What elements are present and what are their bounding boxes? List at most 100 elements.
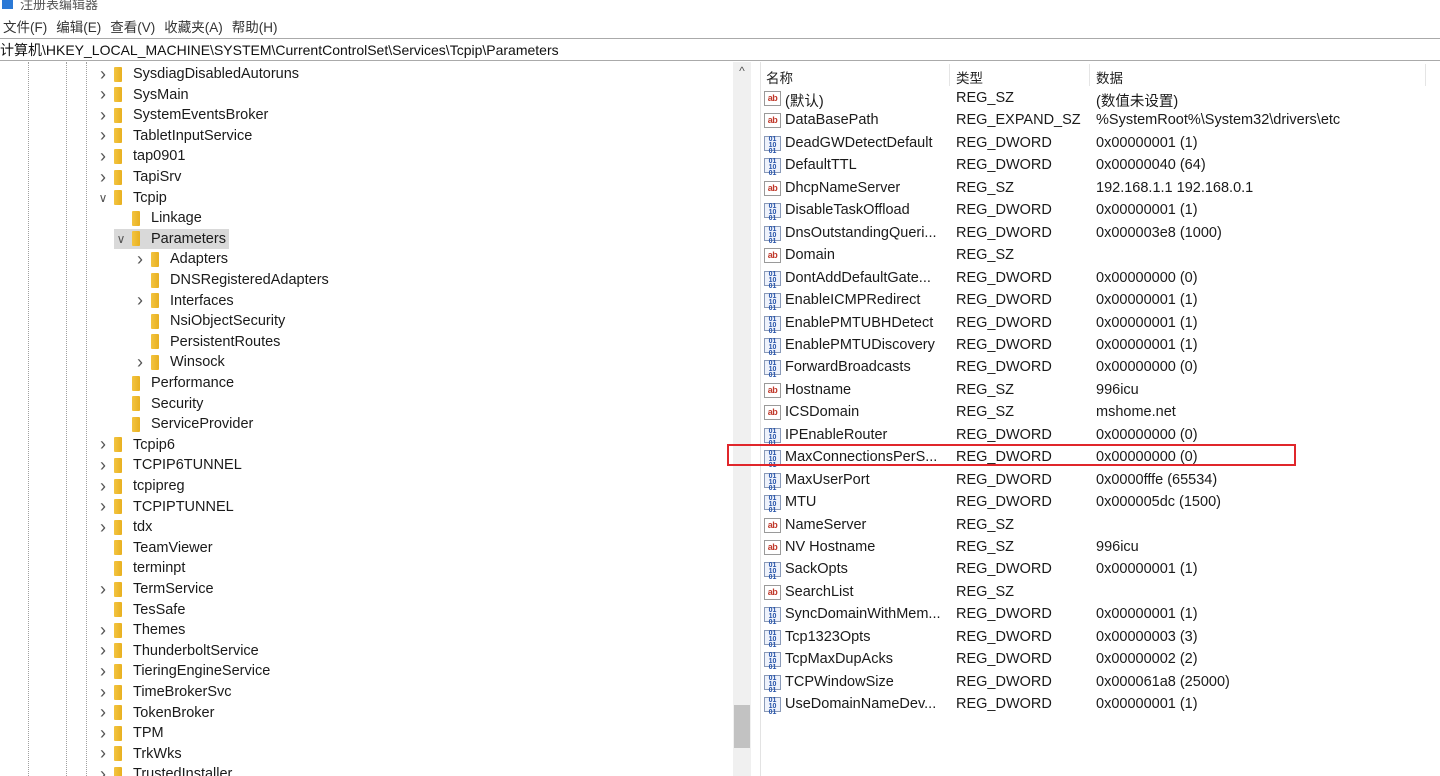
chevron-right-icon[interactable]: ›: [96, 640, 110, 661]
menu-file[interactable]: 文件(F): [0, 16, 53, 36]
tree-node[interactable]: › TermService: [96, 579, 214, 599]
tree-node[interactable]: › SysMain: [96, 84, 189, 105]
pane-splitter[interactable]: [751, 62, 761, 776]
value-row[interactable]: 01 10 01 TcpMaxDupAcks REG_DWORD 0x00000002 (…: [761, 649, 1440, 671]
chevron-right-icon[interactable]: ›: [96, 496, 110, 517]
tree-node[interactable]: › Winsock: [133, 352, 225, 372]
value-row[interactable]: 01 10 01 DisableTaskOffload REG_DWORD 0x00000…: [761, 200, 1440, 222]
tree-node[interactable]: › Themes: [96, 620, 185, 640]
value-row[interactable]: 01 10 01 DeadGWDetectDefault REG_DWORD 0x0000…: [761, 133, 1440, 155]
tree-node[interactable]: › TieringEngineService: [96, 661, 270, 681]
chevron-right-icon[interactable]: ›: [96, 682, 110, 703]
address-input[interactable]: [0, 39, 1440, 60]
tree-node[interactable]: › TrkWks: [96, 743, 182, 764]
chevron-right-icon[interactable]: ›: [96, 702, 110, 723]
value-row[interactable]: ab SearchList REG_SZ: [761, 582, 1440, 604]
chevron-right-icon[interactable]: ›: [96, 64, 110, 85]
value-row[interactable]: 01 10 01 DnsOutstandingQueri... REG_DWORD 0x0…: [761, 223, 1440, 245]
tree-node[interactable]: › TCPIP6TUNNEL: [96, 455, 242, 475]
chevron-right-icon[interactable]: ›: [96, 105, 110, 126]
tree-node[interactable]: Linkage: [114, 208, 202, 228]
tree-node[interactable]: › TabletInputService: [96, 125, 252, 146]
tree-node[interactable]: › Interfaces: [133, 290, 234, 311]
tree-node[interactable]: Security: [114, 394, 203, 414]
chevron-right-icon[interactable]: ›: [96, 125, 110, 146]
tree-node[interactable]: Performance: [114, 373, 234, 393]
scroll-up-arrow-icon[interactable]: ^: [733, 64, 751, 78]
value-row[interactable]: 01 10 01 IPEnableRouter REG_DWORD 0x00000000 …: [761, 425, 1440, 447]
chevron-right-icon[interactable]: ›: [96, 84, 110, 105]
value-row[interactable]: ab Hostname REG_SZ 996icu: [761, 380, 1440, 402]
value-row[interactable]: 01 10 01 MaxConnectionsPerS... REG_DWORD 0x00…: [761, 447, 1440, 469]
value-row[interactable]: ab DataBasePath REG_EXPAND_SZ %SystemRoot%\…: [761, 110, 1440, 132]
value-row[interactable]: 01 10 01 UseDomainNameDev... REG_DWORD 0x0000…: [761, 694, 1440, 716]
value-row[interactable]: 01 10 01 EnableICMPRedirect REG_DWORD 0x00000…: [761, 290, 1440, 312]
tree-node[interactable]: › TapiSrv: [96, 167, 181, 187]
column-divider[interactable]: [949, 64, 950, 86]
value-row[interactable]: 01 10 01 SackOpts REG_DWORD 0x00000001 (1): [761, 559, 1440, 581]
tree-node[interactable]: › tcpipreg: [96, 476, 185, 496]
menu-edit[interactable]: 编辑(E): [53, 16, 107, 36]
value-row[interactable]: 01 10 01 ForwardBroadcasts REG_DWORD 0x000000…: [761, 357, 1440, 379]
value-row[interactable]: ab (默认) REG_SZ (数值未设置): [761, 88, 1440, 110]
value-row[interactable]: 01 10 01 TCPWindowSize REG_DWORD 0x000061a8 (…: [761, 672, 1440, 694]
tree-node[interactable]: › SystemEventsBroker: [96, 105, 268, 125]
chevron-right-icon[interactable]: ›: [96, 661, 110, 682]
chevron-right-icon[interactable]: ›: [96, 167, 110, 188]
chevron-right-icon[interactable]: ›: [96, 517, 110, 538]
menu-favorites[interactable]: 收藏夹(A): [161, 16, 229, 36]
tree-node[interactable]: › TCPIPTUNNEL: [96, 496, 234, 517]
column-divider[interactable]: [1089, 64, 1090, 86]
chevron-right-icon[interactable]: ›: [133, 290, 147, 311]
menu-view[interactable]: 查看(V): [107, 16, 161, 36]
value-row[interactable]: ab Domain REG_SZ: [761, 245, 1440, 267]
tree-node[interactable]: ∨ Tcpip: [96, 188, 167, 208]
tree-node[interactable]: › SysdiagDisabledAutoruns: [96, 64, 299, 84]
value-row[interactable]: 01 10 01 DefaultTTL REG_DWORD 0x00000040 (64): [761, 155, 1440, 177]
tree-scrollbar[interactable]: ^: [733, 62, 751, 776]
scrollbar-thumb[interactable]: [734, 705, 750, 748]
tree-node[interactable]: › tdx: [96, 517, 152, 537]
menu-help[interactable]: 帮助(H): [229, 16, 284, 36]
chevron-right-icon[interactable]: ›: [96, 764, 110, 776]
value-row[interactable]: 01 10 01 DontAddDefaultGate... REG_DWORD 0x00…: [761, 268, 1440, 290]
tree-node[interactable]: › tap0901: [96, 146, 185, 166]
value-row[interactable]: 01 10 01 MaxUserPort REG_DWORD 0x0000fffe (65…: [761, 470, 1440, 492]
chevron-right-icon[interactable]: ›: [96, 476, 110, 497]
tree-node[interactable]: › TimeBrokerSvc: [96, 682, 232, 702]
chevron-right-icon[interactable]: ›: [96, 723, 110, 744]
tree-node[interactable]: › TPM: [96, 723, 164, 743]
chevron-right-icon[interactable]: ›: [96, 620, 110, 641]
chevron-right-icon[interactable]: ›: [96, 434, 110, 455]
tree-node[interactable]: terminpt: [96, 558, 185, 578]
chevron-down-icon[interactable]: ∨: [114, 232, 128, 246]
tree-node[interactable]: › TokenBroker: [96, 702, 214, 723]
value-row[interactable]: 01 10 01 SyncDomainWithMem... REG_DWORD 0x000…: [761, 604, 1440, 626]
value-row[interactable]: 01 10 01 EnablePMTUDiscovery REG_DWORD 0x0000…: [761, 335, 1440, 357]
chevron-right-icon[interactable]: ›: [96, 146, 110, 167]
value-row[interactable]: ab DhcpNameServer REG_SZ 192.168.1.1 192.16…: [761, 178, 1440, 200]
value-row[interactable]: 01 10 01 MTU REG_DWORD 0x000005dc (1500): [761, 492, 1440, 514]
chevron-right-icon[interactable]: ›: [133, 352, 147, 373]
chevron-right-icon[interactable]: ›: [133, 249, 147, 270]
chevron-right-icon[interactable]: ›: [96, 743, 110, 764]
value-row[interactable]: 01 10 01 EnablePMTUBHDetect REG_DWORD 0x00000…: [761, 313, 1440, 335]
tree-node[interactable]: PersistentRoutes: [133, 332, 280, 352]
tree-node[interactable]: › Tcpip6: [96, 434, 175, 455]
value-row[interactable]: ab ICSDomain REG_SZ mshome.net: [761, 402, 1440, 424]
tree-node[interactable]: › Adapters: [133, 249, 228, 269]
tree-node[interactable]: TeamViewer: [96, 538, 213, 558]
value-row[interactable]: ab NV Hostname REG_SZ 996icu: [761, 537, 1440, 559]
column-divider[interactable]: [1425, 64, 1426, 86]
tree-node[interactable]: DNSRegisteredAdapters: [133, 270, 329, 290]
chevron-right-icon[interactable]: ›: [96, 579, 110, 600]
tree-node[interactable]: › TrustedInstaller: [96, 764, 232, 776]
tree-node[interactable]: › ThunderboltService: [96, 640, 259, 661]
chevron-down-icon[interactable]: ∨: [96, 191, 110, 205]
tree-node[interactable]: ServiceProvider: [114, 414, 253, 434]
chevron-right-icon[interactable]: ›: [96, 455, 110, 476]
column-header-data[interactable]: 数据: [1096, 67, 1123, 87]
tree-node[interactable]: ∨ Parameters: [114, 228, 229, 249]
tree-node[interactable]: TesSafe: [96, 600, 185, 620]
value-row[interactable]: ab NameServer REG_SZ: [761, 515, 1440, 537]
